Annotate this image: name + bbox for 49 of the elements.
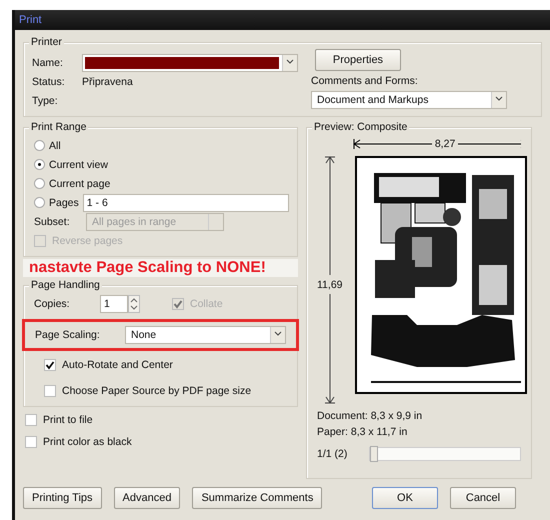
slider-thumb[interactable] — [370, 446, 378, 462]
window-title: Print — [19, 14, 42, 26]
field-label: Copies: — [34, 298, 71, 310]
checkbox[interactable] — [44, 359, 56, 371]
radio-label[interactable]: Pages — [49, 196, 79, 208]
status-value: Připravena — [82, 76, 133, 88]
checkbox[interactable] — [25, 414, 37, 426]
radio-label[interactable]: All — [49, 140, 61, 152]
field-label: Type: — [32, 94, 59, 106]
radio-label[interactable]: Current page — [49, 178, 110, 190]
properties-button[interactable]: Properties — [315, 49, 401, 71]
radio-label[interactable]: Current view — [49, 158, 108, 170]
document-size-text: Document: 8,3 x 9,9 in — [317, 410, 424, 422]
radio-button[interactable] — [34, 140, 45, 151]
page-height-label: 11,69 — [317, 279, 342, 291]
dialog-button[interactable]: Cancel — [450, 487, 516, 509]
page-scaling-dropdown[interactable]: None — [125, 326, 286, 344]
dialog-button[interactable]: Printing Tips — [23, 487, 102, 509]
spinner-arrows-icon[interactable] — [128, 294, 140, 312]
radio-button[interactable] — [34, 197, 45, 208]
checkbox-label[interactable]: Choose Paper Source by PDF page size — [62, 385, 252, 397]
dialog-button[interactable]: Summarize Comments — [192, 487, 322, 509]
checkbox-label[interactable]: Print to file — [43, 414, 93, 426]
group-label: Printer — [29, 36, 64, 48]
page-width-label: 8,27 — [434, 138, 456, 150]
checkbox[interactable] — [44, 385, 56, 397]
group-label: Preview: Composite — [312, 121, 410, 133]
field-label: Name: — [32, 56, 64, 68]
checkbox[interactable] — [25, 436, 37, 448]
radio-button[interactable] — [34, 178, 45, 189]
paper-size-text: Paper: 8,3 x 11,7 in — [317, 426, 408, 438]
field-label: Status: — [32, 76, 66, 88]
pages-field[interactable]: 1 - 6 — [82, 194, 289, 212]
field-label: Page Scaling: — [35, 329, 101, 341]
field-label: Comments and Forms: — [311, 75, 418, 87]
group-label: Page Handling — [29, 279, 102, 291]
radio-button[interactable] — [34, 159, 45, 170]
annotation-text: nastavte Page Scaling to NONE! — [23, 259, 298, 277]
comments-forms-dropdown[interactable]: Document and Markups — [311, 91, 507, 109]
field-label: Subset: — [34, 216, 71, 228]
page-counter: 1/1 (2) — [317, 448, 348, 460]
copies-field[interactable]: 1 — [100, 294, 128, 312]
page-slider[interactable] — [369, 446, 521, 460]
group-label: Print Range — [29, 121, 88, 133]
dialog-button[interactable]: OK — [372, 487, 438, 509]
checkbox-label[interactable]: Print color as black — [43, 436, 132, 448]
checkbox-label[interactable]: Auto-Rotate and Center — [62, 359, 173, 371]
dialog-button[interactable]: Advanced — [114, 487, 180, 509]
printer-name-dropdown[interactable] — [82, 54, 298, 72]
